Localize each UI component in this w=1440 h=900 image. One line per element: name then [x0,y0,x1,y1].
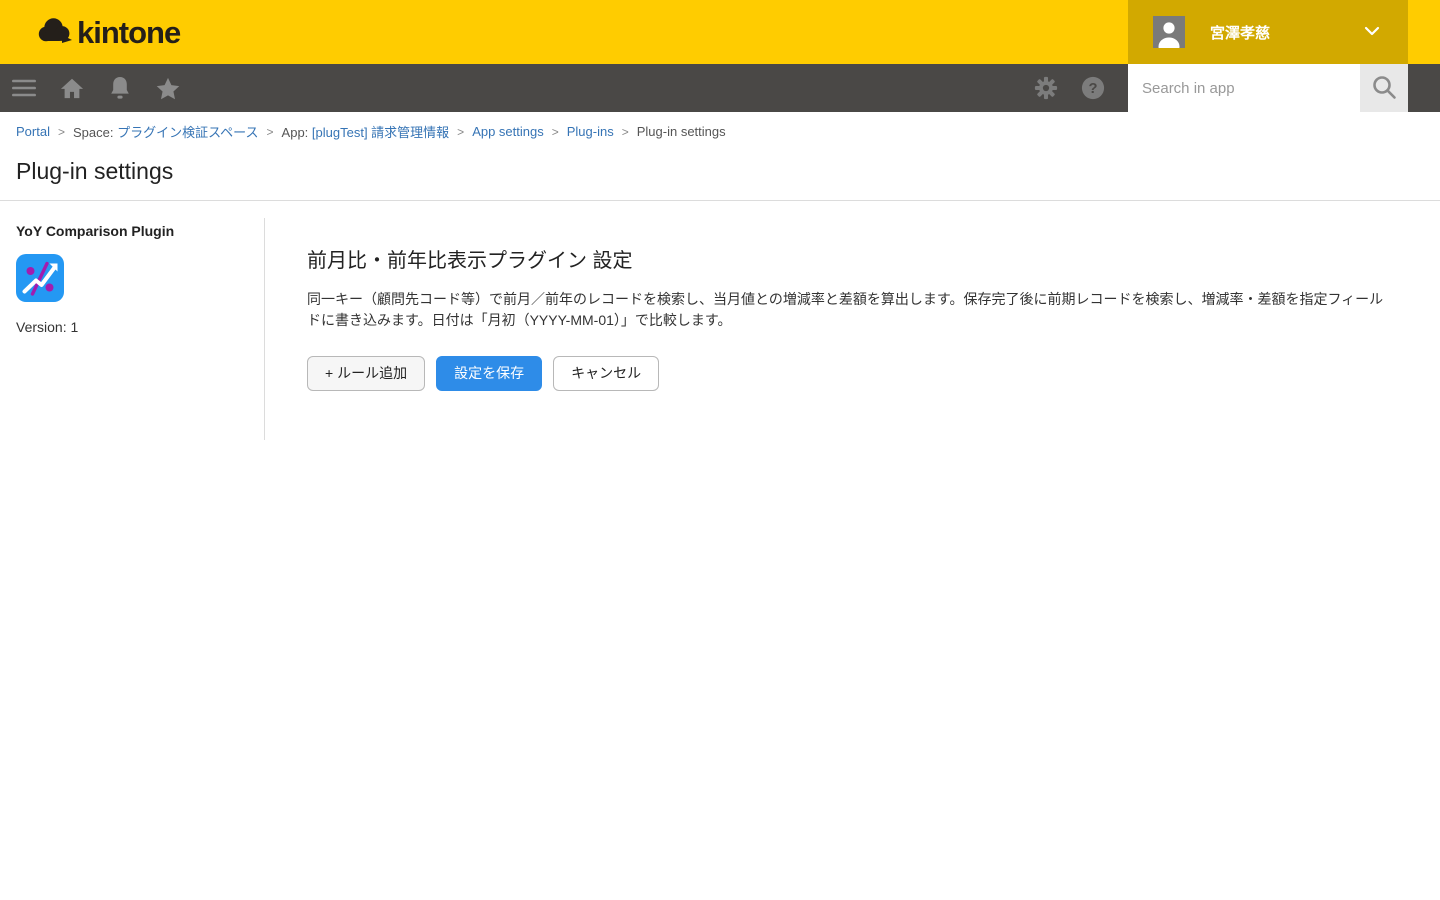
breadcrumb-current: Plug-in settings [636,124,726,139]
home-icon[interactable] [60,76,84,100]
plugin-settings-heading: 前月比・前年比表示プラグイン 設定 [307,250,633,272]
breadcrumb-link-app-settings[interactable]: App settings [472,124,544,139]
breadcrumb: Portal > Space: プラグイン検証スペース > App: [plug… [16,122,726,141]
notifications-bell-icon[interactable] [108,76,132,100]
chevron-down-icon [1364,23,1380,41]
svg-text:?: ? [1088,81,1097,97]
plugin-settings-panel: 前月比・前年比表示プラグイン 設定 同一キー（顧問先コード等）で前月／前年のレコ… [265,218,1440,391]
breadcrumb-link-plugins[interactable]: Plug-ins [567,124,614,139]
plugin-name: YoY Comparison Plugin [16,223,175,239]
search-button[interactable] [1360,64,1408,112]
search-icon [1370,73,1398,104]
cloud-logo-icon [36,15,72,52]
breadcrumb-separator: > [266,124,274,139]
button-row: + ルール追加 設定を保存 キャンセル [307,356,1416,391]
page-title: Plug-in settings [16,158,174,184]
plugin-icon [16,254,64,302]
global-toolbar: ? [0,64,1440,112]
kintone-logo[interactable]: kintone [36,14,181,52]
breadcrumb-link-app[interactable]: [plugTest] 請求管理情報 [312,125,449,140]
app-header: kintone 宮澤孝慈 [0,0,1440,64]
cancel-button[interactable]: キャンセル [553,356,660,391]
plugin-version: Version: 1 [16,319,79,335]
user-name: 宮澤孝慈 [1210,24,1271,42]
breadcrumb-item-space: Space: プラグイン検証スペース [72,125,259,140]
breadcrumb-link-space[interactable]: プラグイン検証スペース [117,125,258,140]
breadcrumb-separator: > [57,124,65,139]
breadcrumb-separator: > [551,124,559,139]
logo-wordmark: kintone [77,14,181,50]
content-area: YoY Comparison Plugin Version: 1 前月比・前年比… [0,218,1440,440]
save-settings-button[interactable]: 設定を保存 [436,356,543,391]
breadcrumb-separator: > [621,124,629,139]
breadcrumb-link-portal[interactable]: Portal [16,124,50,139]
plugin-info-sidebar: YoY Comparison Plugin Version: 1 [0,218,265,440]
plugin-description: 同一キー（顧問先コード等）で前月／前年のレコードを検索し、当月値との増減率と差額… [307,291,1384,328]
help-icon[interactable]: ? [1081,76,1105,100]
title-divider [0,200,1440,201]
favorites-star-icon[interactable] [156,76,180,100]
search-input[interactable] [1128,64,1360,112]
user-avatar [1153,16,1185,56]
app-search [1128,64,1408,112]
add-rule-button[interactable]: + ルール追加 [307,356,426,391]
breadcrumb-item-app: App: [plugTest] 請求管理情報 [281,125,450,140]
breadcrumb-separator: > [457,124,465,139]
hamburger-menu-icon[interactable] [12,76,36,100]
settings-gear-icon[interactable] [1034,76,1058,100]
user-menu[interactable]: 宮澤孝慈 [1128,0,1408,64]
